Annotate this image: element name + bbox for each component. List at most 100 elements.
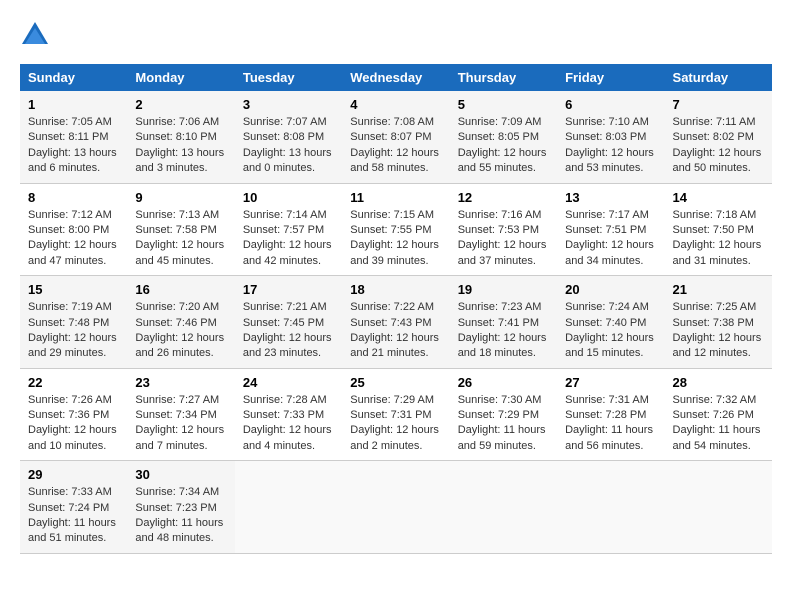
day-number: 20 [565, 282, 656, 297]
calendar-cell: 13 Sunrise: 7:17 AMSunset: 7:51 PMDayligh… [557, 183, 664, 276]
day-info: Sunrise: 7:29 AMSunset: 7:31 PMDaylight:… [350, 393, 441, 455]
day-info: Sunrise: 7:17 AMSunset: 7:51 PMDaylight:… [565, 208, 656, 270]
day-info: Sunrise: 7:08 AMSunset: 8:07 PMDaylight:… [350, 115, 441, 177]
day-info: Sunrise: 7:25 AMSunset: 7:38 PMDaylight:… [673, 300, 764, 362]
day-number: 10 [243, 190, 334, 205]
day-info: Sunrise: 7:05 AMSunset: 8:11 PMDaylight:… [28, 115, 119, 177]
column-header-tuesday: Tuesday [235, 64, 342, 91]
day-number: 12 [458, 190, 549, 205]
calendar-table: SundayMondayTuesdayWednesdayThursdayFrid… [20, 64, 772, 554]
calendar-cell: 25 Sunrise: 7:29 AMSunset: 7:31 PMDayligh… [342, 368, 449, 461]
day-number: 18 [350, 282, 441, 297]
day-info: Sunrise: 7:23 AMSunset: 7:41 PMDaylight:… [458, 300, 549, 362]
calendar-week-row: 15 Sunrise: 7:19 AMSunset: 7:48 PMDayligh… [20, 276, 772, 369]
day-number: 8 [28, 190, 119, 205]
calendar-cell: 27 Sunrise: 7:31 AMSunset: 7:28 PMDayligh… [557, 368, 664, 461]
day-info: Sunrise: 7:33 AMSunset: 7:24 PMDaylight:… [28, 485, 119, 547]
day-info: Sunrise: 7:18 AMSunset: 7:50 PMDaylight:… [673, 208, 764, 270]
calendar-cell [450, 461, 557, 554]
day-info: Sunrise: 7:34 AMSunset: 7:23 PMDaylight:… [135, 485, 226, 547]
day-info: Sunrise: 7:10 AMSunset: 8:03 PMDaylight:… [565, 115, 656, 177]
day-number: 19 [458, 282, 549, 297]
day-number: 27 [565, 375, 656, 390]
day-info: Sunrise: 7:22 AMSunset: 7:43 PMDaylight:… [350, 300, 441, 362]
day-info: Sunrise: 7:27 AMSunset: 7:34 PMDaylight:… [135, 393, 226, 455]
calendar-week-row: 22Sunrise: 7:26 AMSunset: 7:36 PMDayligh… [20, 368, 772, 461]
calendar-cell: 29 Sunrise: 7:33 AMSunset: 7:24 PMDayligh… [20, 461, 127, 554]
calendar-cell: 6 Sunrise: 7:10 AMSunset: 8:03 PMDaylight… [557, 91, 664, 183]
calendar-cell [665, 461, 772, 554]
day-info: Sunrise: 7:24 AMSunset: 7:40 PMDaylight:… [565, 300, 656, 362]
logo [20, 20, 54, 48]
page-header [20, 20, 772, 48]
logo-icon [20, 20, 50, 48]
calendar-week-row: 8 Sunrise: 7:12 AMSunset: 8:00 PMDaylight… [20, 183, 772, 276]
day-number: 1 [28, 97, 119, 112]
calendar-cell [557, 461, 664, 554]
calendar-cell: 14 Sunrise: 7:18 AMSunset: 7:50 PMDayligh… [665, 183, 772, 276]
day-number: 23 [135, 375, 226, 390]
calendar-cell: 24Sunrise: 7:28 AMSunset: 7:33 PMDayligh… [235, 368, 342, 461]
calendar-cell: 23 Sunrise: 7:27 AMSunset: 7:34 PMDayligh… [127, 368, 234, 461]
calendar-cell: 4 Sunrise: 7:08 AMSunset: 8:07 PMDaylight… [342, 91, 449, 183]
day-number: 28 [673, 375, 764, 390]
calendar-cell: 20 Sunrise: 7:24 AMSunset: 7:40 PMDayligh… [557, 276, 664, 369]
day-info: Sunrise: 7:12 AMSunset: 8:00 PMDaylight:… [28, 208, 119, 270]
calendar-week-row: 1 Sunrise: 7:05 AMSunset: 8:11 PMDaylight… [20, 91, 772, 183]
calendar-cell: 26Sunrise: 7:30 AMSunset: 7:29 PMDayligh… [450, 368, 557, 461]
day-number: 14 [673, 190, 764, 205]
day-info: Sunrise: 7:20 AMSunset: 7:46 PMDaylight:… [135, 300, 226, 362]
calendar-cell: 15 Sunrise: 7:19 AMSunset: 7:48 PMDayligh… [20, 276, 127, 369]
day-info: Sunrise: 7:15 AMSunset: 7:55 PMDaylight:… [350, 208, 441, 270]
day-info: Sunrise: 7:06 AMSunset: 8:10 PMDaylight:… [135, 115, 226, 177]
day-number: 21 [673, 282, 764, 297]
day-number: 6 [565, 97, 656, 112]
column-header-sunday: Sunday [20, 64, 127, 91]
column-header-monday: Monday [127, 64, 234, 91]
day-number: 26 [458, 375, 549, 390]
day-info: Sunrise: 7:19 AMSunset: 7:48 PMDaylight:… [28, 300, 119, 362]
day-info: Sunrise: 7:07 AMSunset: 8:08 PMDaylight:… [243, 115, 334, 177]
calendar-cell: 16 Sunrise: 7:20 AMSunset: 7:46 PMDayligh… [127, 276, 234, 369]
calendar-cell: 8 Sunrise: 7:12 AMSunset: 8:00 PMDaylight… [20, 183, 127, 276]
day-info: Sunrise: 7:32 AMSunset: 7:26 PMDaylight:… [673, 393, 764, 455]
day-number: 25 [350, 375, 441, 390]
day-number: 13 [565, 190, 656, 205]
calendar-cell: 17 Sunrise: 7:21 AMSunset: 7:45 PMDayligh… [235, 276, 342, 369]
calendar-cell: 28 Sunrise: 7:32 AMSunset: 7:26 PMDayligh… [665, 368, 772, 461]
column-header-thursday: Thursday [450, 64, 557, 91]
day-number: 7 [673, 97, 764, 112]
day-info: Sunrise: 7:14 AMSunset: 7:57 PMDaylight:… [243, 208, 334, 270]
calendar-cell [342, 461, 449, 554]
day-number: 16 [135, 282, 226, 297]
calendar-cell: 12 Sunrise: 7:16 AMSunset: 7:53 PMDayligh… [450, 183, 557, 276]
day-number: 17 [243, 282, 334, 297]
calendar-cell: 21 Sunrise: 7:25 AMSunset: 7:38 PMDayligh… [665, 276, 772, 369]
calendar-cell: 9Sunrise: 7:13 AMSunset: 7:58 PMDaylight… [127, 183, 234, 276]
day-number: 15 [28, 282, 119, 297]
day-info: Sunrise: 7:31 AMSunset: 7:28 PMDaylight:… [565, 393, 656, 455]
calendar-cell: 7 Sunrise: 7:11 AMSunset: 8:02 PMDaylight… [665, 91, 772, 183]
calendar-cell: 22Sunrise: 7:26 AMSunset: 7:36 PMDayligh… [20, 368, 127, 461]
day-info: Sunrise: 7:09 AMSunset: 8:05 PMDaylight:… [458, 115, 549, 177]
day-number: 2 [135, 97, 226, 112]
day-number: 24 [243, 375, 334, 390]
day-number: 4 [350, 97, 441, 112]
calendar-week-row: 29 Sunrise: 7:33 AMSunset: 7:24 PMDayligh… [20, 461, 772, 554]
calendar-cell: 3Sunrise: 7:07 AMSunset: 8:08 PMDaylight… [235, 91, 342, 183]
day-info: Sunrise: 7:21 AMSunset: 7:45 PMDaylight:… [243, 300, 334, 362]
calendar-cell: 18 Sunrise: 7:22 AMSunset: 7:43 PMDayligh… [342, 276, 449, 369]
column-header-friday: Friday [557, 64, 664, 91]
day-number: 5 [458, 97, 549, 112]
day-number: 22 [28, 375, 119, 390]
calendar-cell: 2 Sunrise: 7:06 AMSunset: 8:10 PMDaylight… [127, 91, 234, 183]
day-number: 29 [28, 467, 119, 482]
calendar-header-row: SundayMondayTuesdayWednesdayThursdayFrid… [20, 64, 772, 91]
calendar-cell: 11Sunrise: 7:15 AMSunset: 7:55 PMDayligh… [342, 183, 449, 276]
calendar-cell [235, 461, 342, 554]
day-info: Sunrise: 7:11 AMSunset: 8:02 PMDaylight:… [673, 115, 764, 177]
column-header-wednesday: Wednesday [342, 64, 449, 91]
day-number: 30 [135, 467, 226, 482]
day-info: Sunrise: 7:16 AMSunset: 7:53 PMDaylight:… [458, 208, 549, 270]
calendar-cell: 19 Sunrise: 7:23 AMSunset: 7:41 PMDayligh… [450, 276, 557, 369]
